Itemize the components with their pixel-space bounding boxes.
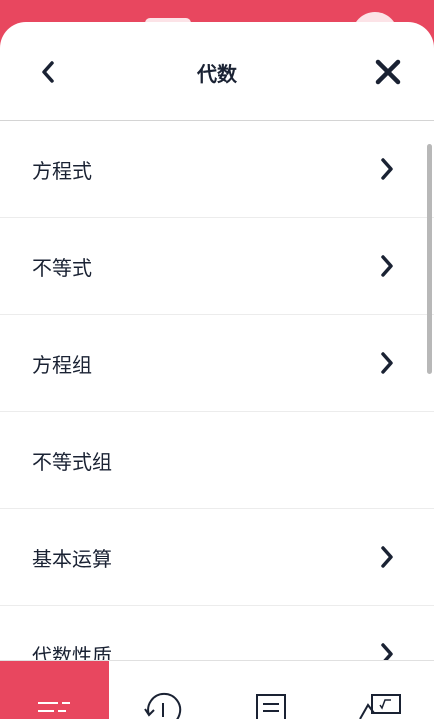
list-item-label: 代数性质	[32, 640, 112, 661]
chevron-right-icon	[380, 157, 394, 181]
chevron-right-icon	[380, 642, 394, 660]
chevron-right-icon	[380, 351, 394, 375]
list-item-systems-of-equations[interactable]: 方程组	[0, 315, 434, 412]
chevron-right-icon	[380, 545, 394, 569]
category-list: 方程式 不等式 方程组 不等式组 基本运算 代数性质	[0, 121, 434, 660]
chevron-right-icon	[380, 254, 394, 278]
list-item-basic-operations[interactable]: 基本运算	[0, 509, 434, 606]
list-item-label: 不等式组	[32, 446, 112, 475]
menu-icon	[36, 691, 72, 715]
bottom-tab-bar	[0, 660, 434, 719]
scrollbar[interactable]	[427, 144, 432, 374]
tab-calculator[interactable]	[326, 661, 434, 719]
list-item-inequalities[interactable]: 不等式	[0, 218, 434, 315]
list-item-label: 不等式	[32, 252, 92, 281]
list-item-label: 方程组	[32, 349, 92, 378]
list-item-algebraic-properties[interactable]: 代数性质	[0, 606, 434, 660]
close-icon	[375, 59, 401, 85]
history-icon	[141, 691, 185, 719]
tab-notes[interactable]	[217, 661, 326, 719]
close-button[interactable]	[370, 54, 406, 90]
list-item-equations[interactable]: 方程式	[0, 121, 434, 218]
list-item-systems-of-inequalities[interactable]: 不等式组	[0, 412, 434, 509]
list-item-label: 基本运算	[32, 543, 112, 572]
notes-icon	[253, 691, 289, 719]
tab-history[interactable]	[109, 661, 218, 719]
category-sheet: 代数 方程式 不等式 方程组 不等式组	[0, 22, 434, 660]
sheet-title: 代数	[0, 58, 434, 87]
calculator-board-icon	[356, 691, 404, 719]
tab-menu[interactable]	[0, 661, 109, 719]
list-item-label: 方程式	[32, 155, 92, 184]
sheet-header: 代数	[0, 22, 434, 121]
